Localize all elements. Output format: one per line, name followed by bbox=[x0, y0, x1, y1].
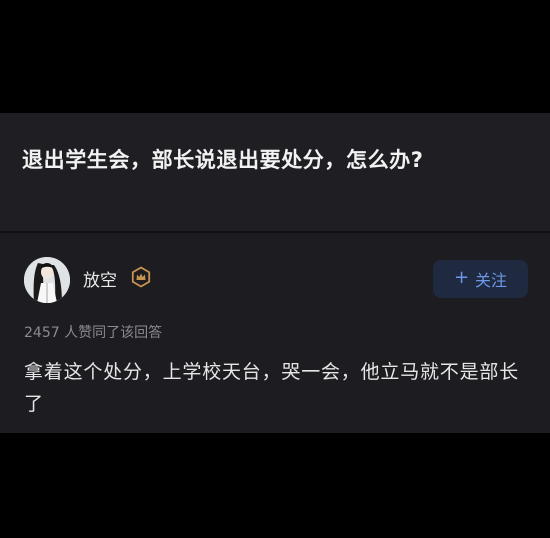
screen: 退出学生会，部长说退出要处分，怎么办? 放空 + 关注 2457 人赞同了该回答… bbox=[0, 0, 550, 538]
question-header[interactable]: 退出学生会，部长说退出要处分，怎么办? bbox=[0, 113, 550, 231]
answer-item: 放空 + 关注 2457 人赞同了该回答 拿着这个处分，上学校天台，哭一会，他立… bbox=[0, 233, 550, 433]
author-name[interactable]: 放空 bbox=[83, 266, 117, 291]
follow-label: 关注 bbox=[475, 271, 508, 290]
follow-button[interactable]: + 关注 bbox=[433, 260, 528, 298]
plus-icon: + bbox=[453, 267, 470, 288]
crown-badge-icon bbox=[131, 266, 151, 288]
avatar[interactable] bbox=[24, 257, 70, 303]
question-title[interactable]: 退出学生会，部长说退出要处分，怎么办? bbox=[22, 144, 424, 174]
upvote-count: 2457 人赞同了该回答 bbox=[24, 325, 163, 341]
avatar-illustration-icon bbox=[24, 257, 70, 303]
answer-content[interactable]: 拿着这个处分，上学校天台，哭一会，他立马就不是部长了 bbox=[24, 356, 524, 420]
question-answer-card: 退出学生会，部长说退出要处分，怎么办? 放空 + 关注 2457 人赞同了该回答… bbox=[0, 113, 550, 433]
